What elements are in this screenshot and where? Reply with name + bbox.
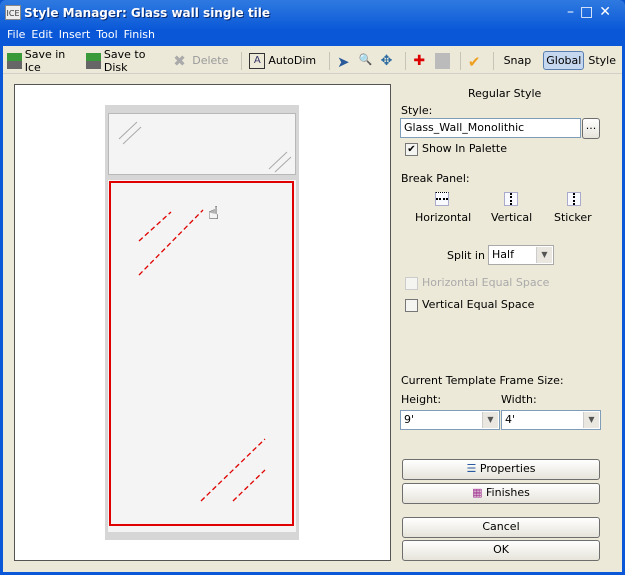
pointer-icon[interactable]: ➤ [337,53,352,71]
show-in-palette-checkbox[interactable]: ✔ Show In Palette [405,142,507,156]
client-area: Save in Ice Save to Disk ✖ Delete A AutoDi… [3,46,622,572]
close-button[interactable]: ✕ [599,4,617,20]
vertical-label[interactable]: Vertical [491,211,532,224]
menu-tool[interactable]: Tool [96,28,117,41]
horizontal-break-icon[interactable] [435,192,449,206]
floppy-icon [7,52,22,69]
checkbox-box [405,276,418,290]
list-icon: ☰ [466,462,480,475]
menu-finish[interactable]: Finish [124,28,155,41]
vertical-equal-space-checkbox[interactable]: Vertical Equal Space [405,298,534,312]
autodim-icon: A [249,52,266,69]
window-controls: –□✕ [567,4,617,20]
glass-tile [105,105,299,540]
delete-button[interactable]: ✖ Delete [173,53,228,69]
ok-button[interactable]: OK [402,540,600,561]
chevron-down-icon: ▼ [536,247,552,263]
zoom-icon[interactable]: 🔍 [359,53,374,69]
glass-reflection-icon [118,121,292,173]
delete-x-icon: ✖ [173,51,186,70]
panel-heading: Regular Style [468,87,542,100]
width-select[interactable]: 4' ▼ [501,410,601,430]
split-select[interactable]: Half ▼ [488,245,554,265]
minimize-button[interactable]: – [567,4,580,20]
separator [492,51,494,70]
add-panel-icon[interactable]: ✚ [413,53,428,69]
maximize-button[interactable]: □ [580,4,599,20]
finishes-button[interactable]: ▦ Finishes [402,483,600,504]
window: ICE Style Manager: Glass wall single til… [0,0,625,575]
floppy-icon [86,52,101,69]
panel-disabled-icon[interactable] [435,52,450,69]
sticker-label[interactable]: Sticker [554,211,592,224]
snap-button[interactable]: Snap [504,54,532,67]
separator [405,51,407,70]
break-panel-label: Break Panel: [401,172,470,185]
menubar: File Edit Insert Tool Finish [7,28,161,41]
width-label: Width: [501,393,537,406]
glass-reflection-icon [138,209,266,502]
style-label: Style: [401,104,433,117]
horizontal-label[interactable]: Horizontal [415,211,471,224]
vertical-break-icon[interactable] [504,192,518,206]
horizontal-equal-space-checkbox[interactable]: Horizontal Equal Space [405,276,549,290]
height-select[interactable]: 9' ▼ [400,410,500,430]
chevron-down-icon: ▼ [583,412,599,428]
toolbar: Save in Ice Save to Disk ✖ Delete A AutoDi… [3,48,622,74]
separator [459,51,461,70]
palette-grid-icon: ▦ [472,486,487,499]
top-glass-panel[interactable] [108,113,296,175]
browse-style-button[interactable]: ... [582,118,600,139]
pan-move-icon[interactable]: ✥ [381,53,396,69]
hand-cursor-icon: ☝ [208,203,219,224]
drawing-canvas[interactable]: ☝ [14,84,391,561]
separator [241,51,243,70]
selection-outline [109,181,294,526]
save-in-ice-button[interactable]: Save in Ice [7,48,80,74]
menu-file[interactable]: File [7,28,25,41]
cancel-button[interactable]: Cancel [402,517,600,538]
window-title: Style Manager: Glass wall single tile [24,6,270,20]
style-button[interactable]: Style [588,54,616,67]
frame-size-label: Current Template Frame Size: [401,374,564,387]
check-icon: ✔ [405,142,418,156]
checkmark-icon[interactable]: ✔ [468,53,483,71]
chevron-down-icon: ▼ [482,412,498,428]
checkbox-box [405,298,418,312]
menu-insert[interactable]: Insert [59,28,91,41]
split-in-label: Split in [447,249,485,262]
app-icon: ICE [5,5,21,20]
height-label: Height: [401,393,442,406]
menu-edit[interactable]: Edit [31,28,52,41]
save-to-disk-button[interactable]: Save to Disk [86,48,167,74]
global-toggle[interactable]: Global [543,51,585,70]
main-glass-panel[interactable] [108,180,296,532]
style-field[interactable]: Glass_Wall_Monolithic [400,118,581,138]
autodim-button[interactable]: A AutoDim [249,52,316,69]
separator [329,51,331,70]
sticker-break-icon[interactable] [567,192,581,206]
properties-button[interactable]: ☰ Properties [402,459,600,480]
